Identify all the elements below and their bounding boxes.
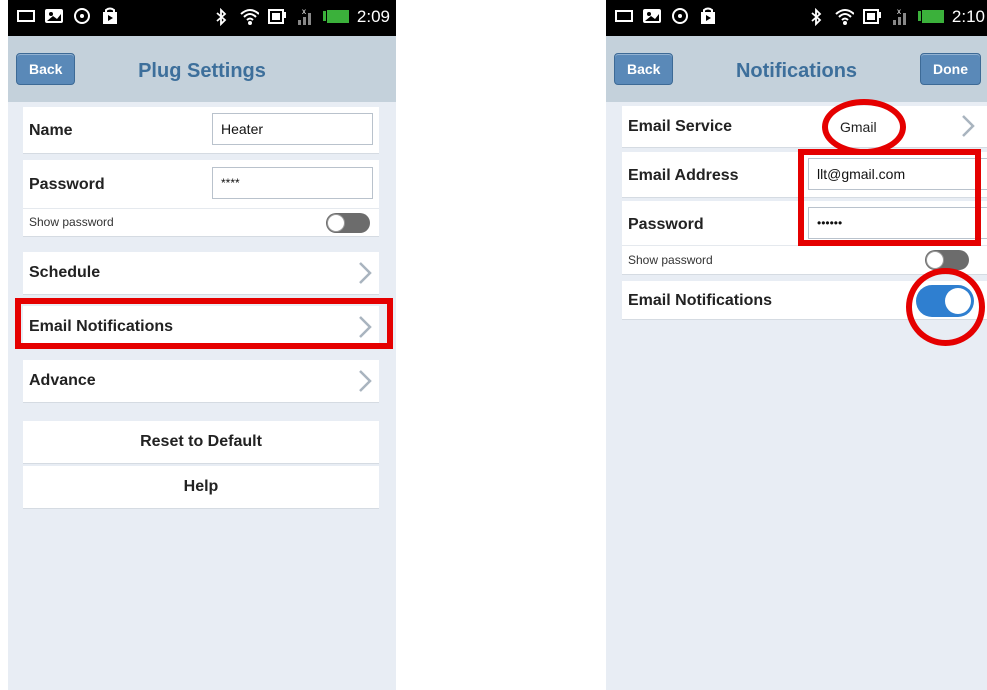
show-password-row: Show password xyxy=(622,246,987,275)
email-notifications-label: Email Notifications xyxy=(29,318,174,335)
email-notifications-row[interactable]: Email Notifications xyxy=(23,306,379,349)
gallery-icon xyxy=(642,7,662,24)
svg-text:x: x xyxy=(897,8,901,16)
email-address-label: Email Address xyxy=(628,167,739,184)
schedule-row[interactable]: Schedule xyxy=(23,252,379,295)
email-service-label: Email Service xyxy=(628,118,733,135)
email-notifications-toggle[interactable] xyxy=(916,285,974,317)
show-password-label: Show password xyxy=(29,215,114,229)
battery-icon xyxy=(917,9,944,26)
store-icon xyxy=(100,7,120,24)
status-time: 2:09 xyxy=(356,7,390,26)
advance-label: Advance xyxy=(29,372,96,389)
wifi-icon xyxy=(239,9,259,26)
help-button[interactable]: Help xyxy=(23,466,379,509)
email-notifications-label: Email Notifications xyxy=(628,292,773,309)
plug-settings-screen: x 2:09 Back Plug Settings Name Heater Pa… xyxy=(8,0,396,690)
show-password-label: Show password xyxy=(628,253,713,267)
gallery-icon xyxy=(44,7,64,24)
status-bar: x 2:09 xyxy=(8,0,396,36)
bluetooth-icon xyxy=(806,8,826,26)
password-label: Password xyxy=(29,176,105,193)
status-time: 2:10 xyxy=(951,7,985,26)
show-password-toggle[interactable] xyxy=(326,213,370,233)
show-password-row: Show password xyxy=(23,209,379,237)
email-service-value: Gmail xyxy=(840,119,877,135)
advance-row[interactable]: Advance xyxy=(23,360,379,403)
page-title: Plug Settings xyxy=(138,60,266,82)
email-address-field[interactable]: llt@gmail.com xyxy=(808,158,987,190)
bluetooth-icon xyxy=(211,8,231,26)
chevron-right-icon xyxy=(359,316,372,338)
show-password-toggle[interactable] xyxy=(925,250,969,270)
chevron-right-icon xyxy=(962,115,975,137)
signal-icon: x xyxy=(890,8,910,26)
reset-to-default-button[interactable]: Reset to Default xyxy=(23,421,379,464)
battery-icon xyxy=(322,9,349,26)
status-bar: x 2:10 xyxy=(606,0,987,36)
chevron-right-icon xyxy=(359,370,372,392)
notifications-screen: x 2:10 Back Notifications Done Email Ser… xyxy=(606,0,987,690)
svg-text:x: x xyxy=(302,8,306,16)
message-icon xyxy=(16,7,36,24)
password-row: Password •••••• xyxy=(622,201,987,246)
email-address-row: Email Address llt@gmail.com xyxy=(622,152,987,198)
email-notifications-row: Email Notifications xyxy=(622,281,987,320)
navigation-bar: Back Plug Settings xyxy=(8,36,396,102)
store-icon xyxy=(698,7,718,24)
screen-icon xyxy=(267,9,287,26)
chevron-right-icon xyxy=(359,262,372,284)
message-icon xyxy=(614,7,634,24)
name-label: Name xyxy=(29,122,73,139)
navigation-bar: Back Notifications Done xyxy=(606,36,987,102)
name-row: Name Heater xyxy=(23,107,379,154)
password-label: Password xyxy=(628,216,704,233)
name-field[interactable]: Heater xyxy=(212,113,373,145)
schedule-label: Schedule xyxy=(29,264,101,281)
sync-icon xyxy=(670,7,690,24)
toggle-knob xyxy=(945,288,971,314)
email-service-row[interactable]: Email Service Gmail xyxy=(622,106,987,148)
password-row: Password **** xyxy=(23,160,379,209)
done-button[interactable]: Done xyxy=(920,53,981,85)
toggle-knob xyxy=(327,214,345,232)
sync-icon xyxy=(72,7,92,24)
screen-icon xyxy=(862,9,882,26)
toggle-knob xyxy=(926,251,944,269)
password-field[interactable]: **** xyxy=(212,167,373,199)
password-field[interactable]: •••••• xyxy=(808,207,987,239)
wifi-icon xyxy=(834,9,854,26)
signal-icon: x xyxy=(295,8,315,26)
